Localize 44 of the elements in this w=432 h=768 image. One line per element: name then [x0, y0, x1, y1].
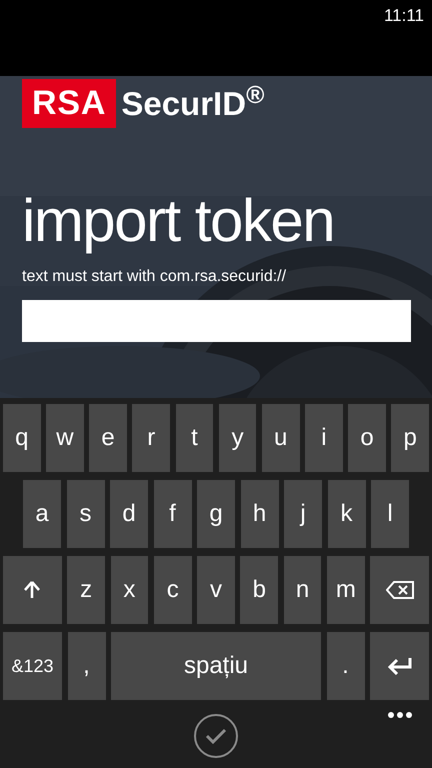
letter-key[interactable]: c — [154, 556, 192, 624]
enter-arrow-icon — [388, 657, 412, 675]
hint-text: text must start with com.rsa.securid:// — [22, 266, 288, 286]
letter-key[interactable]: k — [328, 480, 366, 548]
letter-key[interactable]: i — [305, 404, 343, 472]
letter-key[interactable]: x — [110, 556, 148, 624]
letter-key[interactable]: u — [262, 404, 300, 472]
more-button[interactable] — [386, 710, 414, 720]
confirm-button[interactable] — [194, 714, 238, 758]
letter-key[interactable]: q — [2, 404, 41, 472]
letter-key[interactable]: t — [176, 404, 214, 472]
letter-key[interactable]: g — [197, 480, 235, 548]
logo-wordmark: SecurID$^{®}$ — [121, 80, 264, 124]
letter-key[interactable]: v — [197, 556, 235, 624]
letter-key[interactable]: l — [371, 480, 409, 548]
letter-key[interactable]: b — [240, 556, 278, 624]
letter-key[interactable]: s — [66, 480, 104, 548]
letter-key[interactable]: n — [284, 556, 322, 624]
letter-key[interactable]: a — [23, 480, 61, 548]
letter-key[interactable]: y — [218, 404, 256, 472]
letter-key[interactable]: m — [326, 556, 365, 624]
letter-key[interactable]: h — [240, 480, 278, 548]
symbols-key[interactable]: &123 — [3, 632, 62, 700]
letter-key[interactable]: z — [67, 556, 105, 624]
letter-key[interactable]: d — [110, 480, 148, 548]
letter-key[interactable]: r — [132, 404, 170, 472]
token-input-field[interactable] — [22, 300, 411, 342]
letter-key[interactable]: , — [68, 632, 106, 700]
shift-arrow-icon — [24, 581, 40, 599]
letter-key[interactable]: p — [391, 404, 430, 472]
shift-key[interactable] — [3, 556, 62, 624]
letter-key[interactable]: o — [348, 404, 386, 472]
enter-key[interactable] — [370, 632, 429, 700]
letter-key[interactable]: . — [326, 632, 364, 700]
backspace-key[interactable] — [370, 556, 429, 624]
backspace-icon — [386, 581, 414, 599]
letter-key[interactable]: w — [46, 404, 84, 472]
space-key[interactable]: spațiu — [111, 632, 321, 700]
letter-key[interactable]: f — [154, 480, 192, 548]
letter-key[interactable]: j — [284, 480, 322, 548]
logo-mark: RSA — [22, 79, 116, 128]
checkmark-icon — [205, 728, 227, 744]
letter-key[interactable]: e — [89, 404, 127, 472]
clock-time: 11:11 — [384, 5, 424, 27]
